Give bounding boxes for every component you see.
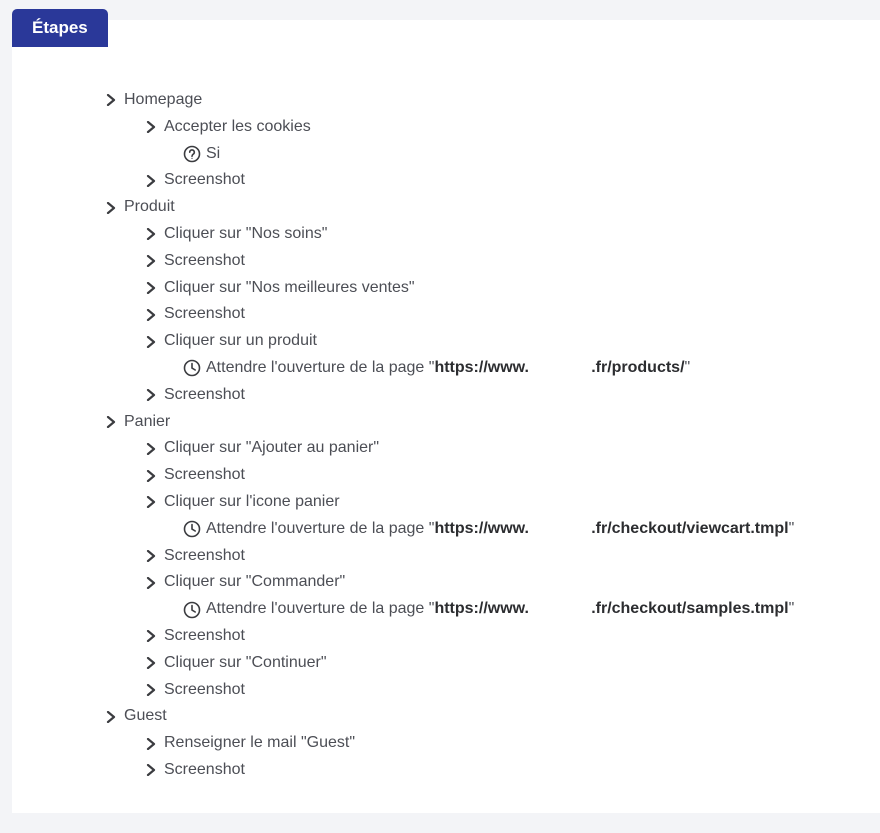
chevron-right-icon <box>142 467 160 485</box>
node-label: Screenshot <box>164 170 245 191</box>
wait-text: Attendre l'ouverture de la page "https:/… <box>206 358 690 379</box>
tree-node[interactable]: Screenshot <box>142 248 880 275</box>
clock-icon <box>182 358 202 378</box>
chevron-right-icon <box>142 547 160 565</box>
chevron-right-icon <box>102 91 120 109</box>
node-label: Screenshot <box>164 680 245 701</box>
tree-node-homepage[interactable]: Homepage <box>102 87 880 114</box>
tree-node[interactable]: Cliquer sur "Ajouter au panier" <box>142 435 880 462</box>
node-label: Cliquer sur l'icone panier <box>164 492 340 513</box>
chevron-right-icon <box>142 627 160 645</box>
node-label: Screenshot <box>164 251 245 272</box>
clock-icon <box>182 600 202 620</box>
tree-node[interactable]: Si <box>182 141 880 168</box>
tree-node-wait[interactable]: Attendre l'ouverture de la page "https:/… <box>182 596 880 623</box>
tree-node[interactable]: Screenshot <box>142 382 880 409</box>
tree-node[interactable]: Cliquer sur un produit <box>142 328 880 355</box>
wait-text: Attendre l'ouverture de la page "https:/… <box>206 599 794 620</box>
tree-node[interactable]: Accepter les cookies <box>142 114 880 141</box>
node-label: Screenshot <box>164 760 245 781</box>
node-label: Screenshot <box>164 546 245 567</box>
node-label: Screenshot <box>164 385 245 406</box>
tree-node[interactable]: Screenshot <box>142 462 880 489</box>
tree-node-wait[interactable]: Attendre l'ouverture de la page "https:/… <box>182 355 880 382</box>
tree-node-produit[interactable]: Produit <box>102 194 880 221</box>
tree-node[interactable]: Screenshot <box>142 757 880 784</box>
chevron-right-icon <box>142 761 160 779</box>
chevron-right-icon <box>142 306 160 324</box>
clock-icon <box>182 519 202 539</box>
chevron-right-icon <box>142 252 160 270</box>
node-label: Si <box>206 144 220 165</box>
chevron-right-icon <box>102 708 120 726</box>
node-label: Cliquer sur "Nos soins" <box>164 224 327 245</box>
node-label: Cliquer sur "Continuer" <box>164 653 327 674</box>
tree-node[interactable]: Screenshot <box>142 677 880 704</box>
chevron-right-icon <box>142 333 160 351</box>
node-label: Screenshot <box>164 626 245 647</box>
node-label: Accepter les cookies <box>164 117 311 138</box>
tree-node[interactable]: Screenshot <box>142 623 880 650</box>
chevron-right-icon <box>142 172 160 190</box>
chevron-right-icon <box>142 681 160 699</box>
chevron-right-icon <box>142 279 160 297</box>
node-label: Produit <box>124 197 175 218</box>
tree-node-wait[interactable]: Attendre l'ouverture de la page "https:/… <box>182 516 880 543</box>
tree-node[interactable]: Screenshot <box>142 301 880 328</box>
tree-node[interactable]: Cliquer sur "Commander" <box>142 569 880 596</box>
node-label: Screenshot <box>164 304 245 325</box>
chevron-right-icon <box>142 735 160 753</box>
chevron-right-icon <box>142 225 160 243</box>
tree-node[interactable]: Cliquer sur "Nos soins" <box>142 221 880 248</box>
chevron-right-icon <box>102 413 120 431</box>
node-label: Homepage <box>124 90 202 111</box>
tree-node[interactable]: Screenshot <box>142 543 880 570</box>
node-label: Renseigner le mail "Guest" <box>164 733 355 754</box>
tree-node[interactable]: Renseigner le mail "Guest" <box>142 730 880 757</box>
main-panel: Étapes Homepage Accepter les cookies Si … <box>12 20 880 813</box>
node-label: Cliquer sur un produit <box>164 331 317 352</box>
tree-node[interactable]: Cliquer sur "Nos meilleures ventes" <box>142 275 880 302</box>
question-icon <box>182 144 202 164</box>
tree-node[interactable]: Screenshot <box>142 167 880 194</box>
tree-node-panier[interactable]: Panier <box>102 409 880 436</box>
node-label: Cliquer sur "Nos meilleures ventes" <box>164 278 415 299</box>
chevron-right-icon <box>142 654 160 672</box>
tree-node-guest[interactable]: Guest <box>102 703 880 730</box>
chevron-right-icon <box>142 386 160 404</box>
node-label: Screenshot <box>164 465 245 486</box>
node-label: Guest <box>124 706 167 727</box>
tree-node[interactable]: Cliquer sur l'icone panier <box>142 489 880 516</box>
wait-text: Attendre l'ouverture de la page "https:/… <box>206 519 794 540</box>
node-label: Cliquer sur "Commander" <box>164 572 345 593</box>
tab-etapes[interactable]: Étapes <box>12 9 108 47</box>
node-label: Cliquer sur "Ajouter au panier" <box>164 438 379 459</box>
chevron-right-icon <box>142 493 160 511</box>
chevron-right-icon <box>102 199 120 217</box>
chevron-right-icon <box>142 440 160 458</box>
steps-tree: Homepage Accepter les cookies Si Screens… <box>12 47 880 784</box>
tree-node[interactable]: Cliquer sur "Continuer" <box>142 650 880 677</box>
chevron-right-icon <box>142 118 160 136</box>
chevron-right-icon <box>142 574 160 592</box>
node-label: Panier <box>124 412 170 433</box>
